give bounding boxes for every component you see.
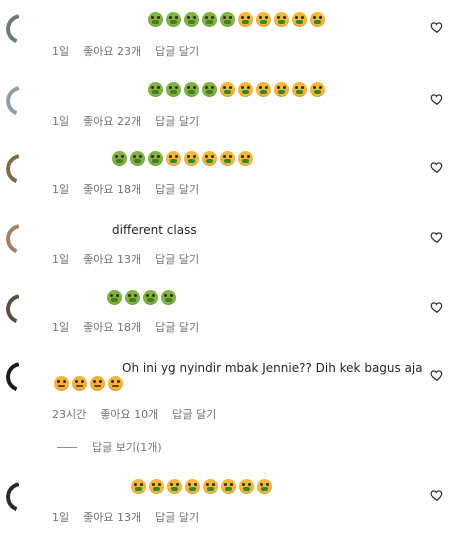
smirking-face-icon xyxy=(54,376,69,391)
like-count[interactable]: 좋아요 10개 xyxy=(100,408,158,422)
like-count[interactable]: 좋아요 18개 xyxy=(83,183,141,197)
comment-time: 1일 xyxy=(52,45,70,58)
vomiting-face-icon xyxy=(310,82,325,97)
vomiting-face-icon xyxy=(292,12,307,27)
vomiting-face-icon xyxy=(238,82,253,97)
comment-time: 1일 xyxy=(52,183,70,196)
like-count[interactable]: 좋아요 13개 xyxy=(83,511,141,525)
comment-meta: 1일 좋아요 23개 답글 달기 xyxy=(52,45,199,59)
emoji-row xyxy=(107,290,176,305)
comment-meta: 1일 좋아요 18개 답글 달기 xyxy=(52,183,199,197)
comment-meta: 1일 좋아요 22개 답글 달기 xyxy=(52,115,199,129)
comment-meta: 23시간 좋아요 10개 답글 달기 xyxy=(52,408,216,422)
comment-meta: 1일 좋아요 18개 답글 달기 xyxy=(52,321,199,335)
vomiting-face-icon xyxy=(310,12,325,27)
reply-button[interactable]: 답글 달기 xyxy=(155,321,199,335)
vomiting-face-icon xyxy=(256,82,271,97)
nauseated-face-icon xyxy=(161,290,176,305)
reply-button[interactable]: 답글 달기 xyxy=(155,183,199,197)
nauseated-face-icon xyxy=(202,12,217,27)
smirking-face-icon xyxy=(72,376,87,391)
vomiting-face-icon xyxy=(203,479,218,494)
comment-meta: 1일 좋아요 13개 답글 달기 xyxy=(52,511,199,525)
heart-icon[interactable] xyxy=(430,488,444,502)
smirking-face-icon xyxy=(108,376,123,391)
view-replies-divider xyxy=(57,447,77,448)
vomiting-face-icon xyxy=(292,82,307,97)
vomiting-face-icon xyxy=(256,12,271,27)
comment-meta: 1일 좋아요 13개 답글 달기 xyxy=(52,253,199,267)
vomiting-face-icon xyxy=(167,479,182,494)
heart-icon[interactable] xyxy=(430,300,444,314)
like-count[interactable]: 좋아요 18개 xyxy=(83,321,141,335)
vomiting-face-icon xyxy=(238,12,253,27)
nauseated-face-icon xyxy=(220,12,235,27)
nauseated-face-icon xyxy=(148,12,163,27)
vomiting-face-icon xyxy=(220,151,235,166)
nauseated-face-icon xyxy=(184,12,199,27)
vomiting-face-icon xyxy=(131,479,146,494)
vomiting-face-icon xyxy=(221,479,236,494)
nauseated-face-icon xyxy=(148,151,163,166)
vomiting-face-icon xyxy=(185,479,200,494)
view-replies-button[interactable]: 답글 보기(1개) xyxy=(92,441,162,455)
heart-icon[interactable] xyxy=(430,368,444,382)
heart-icon[interactable] xyxy=(430,230,444,244)
avatar[interactable] xyxy=(6,482,36,512)
reply-button[interactable]: 답글 달기 xyxy=(155,115,199,129)
emoji-row xyxy=(148,82,325,97)
vomiting-face-icon xyxy=(274,12,289,27)
comment-text: Oh ini yg nyindir mbak Jennie?? Dih kek … xyxy=(122,361,423,375)
vomiting-face-icon xyxy=(184,151,199,166)
like-count[interactable]: 좋아요 22개 xyxy=(83,115,141,129)
like-count[interactable]: 좋아요 13개 xyxy=(83,253,141,267)
heart-icon[interactable] xyxy=(430,20,444,34)
vomiting-face-icon xyxy=(149,479,164,494)
reply-button[interactable]: 답글 달기 xyxy=(155,511,199,525)
nauseated-face-icon xyxy=(166,12,181,27)
smirking-face-icon xyxy=(90,376,105,391)
comment-text: different class xyxy=(112,223,197,237)
avatar[interactable] xyxy=(6,14,36,44)
avatar[interactable] xyxy=(6,86,36,116)
reply-button[interactable]: 답글 달기 xyxy=(155,45,199,59)
vomiting-face-icon xyxy=(238,151,253,166)
vomiting-face-icon xyxy=(166,151,181,166)
nauseated-face-icon xyxy=(166,82,181,97)
comment-time: 1일 xyxy=(52,253,70,266)
nauseated-face-icon xyxy=(143,290,158,305)
reply-button[interactable]: 답글 달기 xyxy=(155,253,199,267)
avatar[interactable] xyxy=(6,154,36,184)
vomiting-face-icon xyxy=(220,82,235,97)
nauseated-face-icon xyxy=(130,151,145,166)
avatar[interactable] xyxy=(6,294,36,324)
comment-time: 1일 xyxy=(52,115,70,128)
reply-button[interactable]: 답글 달기 xyxy=(172,408,216,422)
emoji-row xyxy=(54,376,123,391)
vomiting-face-icon xyxy=(202,151,217,166)
heart-icon[interactable] xyxy=(430,92,444,106)
comment-time: 1일 xyxy=(52,321,70,334)
heart-icon[interactable] xyxy=(430,160,444,174)
comment-time: 1일 xyxy=(52,511,70,524)
nauseated-face-icon xyxy=(184,82,199,97)
nauseated-face-icon xyxy=(107,290,122,305)
vomiting-face-icon xyxy=(239,479,254,494)
nauseated-face-icon xyxy=(112,151,127,166)
nauseated-face-icon xyxy=(202,82,217,97)
comment-time: 23시간 xyxy=(52,408,87,421)
vomiting-face-icon xyxy=(274,82,289,97)
vomiting-face-icon xyxy=(257,479,272,494)
like-count[interactable]: 좋아요 23개 xyxy=(83,45,141,59)
avatar[interactable] xyxy=(6,224,36,254)
emoji-row xyxy=(131,479,272,494)
nauseated-face-icon xyxy=(125,290,140,305)
emoji-row xyxy=(148,12,325,27)
emoji-row xyxy=(112,151,253,166)
avatar[interactable] xyxy=(6,362,36,392)
nauseated-face-icon xyxy=(148,82,163,97)
